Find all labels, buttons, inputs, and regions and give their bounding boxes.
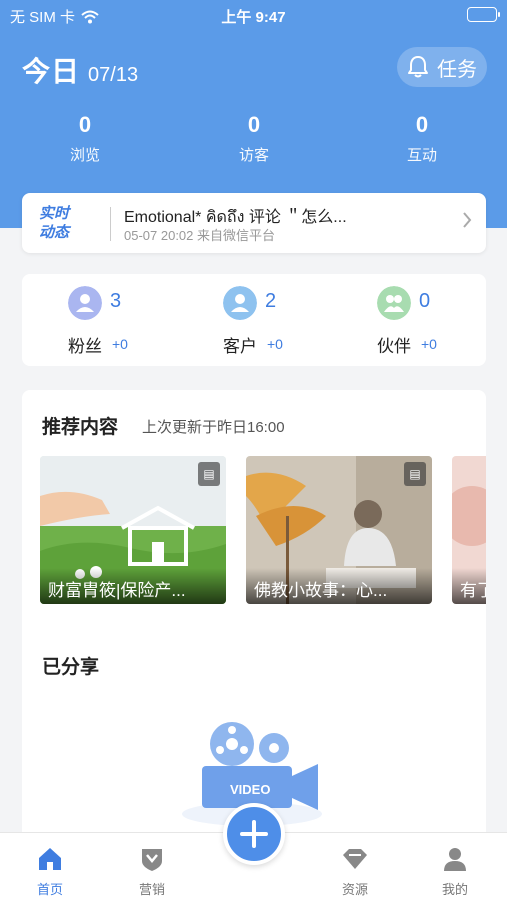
wifi-icon: [81, 10, 99, 23]
relations-card: 3 粉丝 +0 2 客户 +0 0 伙伴 +0: [22, 274, 486, 366]
realtime-meta: 05-07 20:02 来自微信平台: [124, 228, 276, 243]
fans-label: 粉丝: [68, 337, 102, 356]
plus-icon: [240, 820, 268, 848]
recommend-item-caption: 佛教小故事：心...: [246, 568, 432, 604]
tab-home[interactable]: 首页: [15, 845, 85, 898]
carrier-info: 无 SIM 卡: [10, 6, 99, 27]
fans-delta: +0: [112, 336, 128, 352]
date-row: 今日 07/13: [22, 50, 138, 90]
stat-visitors[interactable]: 0 访客: [204, 112, 304, 165]
status-bar: 无 SIM 卡 上午 9:47: [0, 0, 507, 30]
bell-icon: [408, 56, 428, 78]
video-label: VIDEO: [230, 782, 270, 797]
add-button[interactable]: [223, 803, 285, 865]
date-label: 07/13: [88, 64, 139, 86]
fans-count: 3: [110, 290, 122, 312]
battery-icon: [467, 7, 500, 22]
customers-delta: +0: [267, 336, 283, 352]
stat-visitors-label: 访客: [238, 147, 269, 164]
partner-icon: [377, 286, 411, 320]
diamond-icon: [343, 849, 367, 869]
tab-home-label: 首页: [36, 882, 63, 897]
recommend-item-caption: 财富胄筱|保险产...: [40, 568, 226, 604]
tab-marketing[interactable]: 营销: [117, 845, 187, 898]
realtime-tag-line2: 动态: [38, 224, 69, 241]
tab-resources[interactable]: 资源: [320, 845, 390, 898]
person-icon: [444, 848, 466, 871]
recommend-item[interactable]: ▤ 佛教小故事：心...: [246, 456, 432, 604]
partners-count: 0: [419, 290, 431, 312]
carrier-label: 无 SIM 卡: [10, 9, 76, 26]
realtime-tag-line1: 实时: [38, 205, 69, 222]
marketing-shield-icon: [142, 849, 162, 871]
stat-interactions-value: 0: [415, 112, 429, 137]
partners-label: 伙伴: [377, 337, 411, 356]
partners-delta: +0: [421, 336, 437, 352]
stat-views-label: 浏览: [69, 147, 100, 164]
customers-count: 2: [265, 290, 277, 312]
tab-marketing-label: 营销: [138, 882, 165, 897]
stat-interactions[interactable]: 0 互动: [372, 112, 472, 165]
home-icon: [39, 848, 61, 870]
document-icon: ▤: [404, 462, 426, 486]
tab-mine-label: 我的: [441, 882, 468, 897]
divider: [110, 207, 111, 241]
today-label: 今日: [22, 56, 81, 87]
tab-resources-label: 资源: [341, 882, 368, 897]
tab-mine[interactable]: 我的: [420, 845, 490, 898]
stat-visitors-value: 0: [247, 112, 261, 137]
stat-interactions-label: 互动: [406, 147, 437, 164]
recommend-item[interactable]: 有了: [452, 456, 486, 604]
realtime-activity-card[interactable]: 实时 动态 Emotional* คิดถึง 评论 ＂怎么... 05-07 …: [22, 193, 486, 253]
recommend-title: 推荐内容: [42, 417, 119, 438]
recommend-item-caption: 有了: [452, 568, 486, 604]
task-button-label: 任务: [437, 58, 477, 81]
customers-label: 客户: [223, 337, 257, 356]
customer-icon: [223, 286, 257, 320]
task-button[interactable]: 任务: [397, 47, 487, 87]
recommend-card: 推荐内容 上次更新于昨日16:00 ▤ 财富胄筱|保险产... ▤ 佛教小故事：…: [22, 390, 486, 870]
stat-views[interactable]: 0 浏览: [35, 112, 135, 165]
recommend-item[interactable]: ▤ 财富胄筱|保险产...: [40, 456, 226, 604]
recommend-subtitle: 上次更新于昨日16:00: [142, 419, 285, 436]
document-icon: ▤: [198, 462, 220, 486]
realtime-tag: 实时 动态: [34, 204, 74, 242]
stat-views-value: 0: [78, 112, 92, 137]
chevron-right-icon: [462, 211, 472, 235]
shared-title: 已分享: [42, 657, 100, 678]
fans-icon: [68, 286, 102, 320]
